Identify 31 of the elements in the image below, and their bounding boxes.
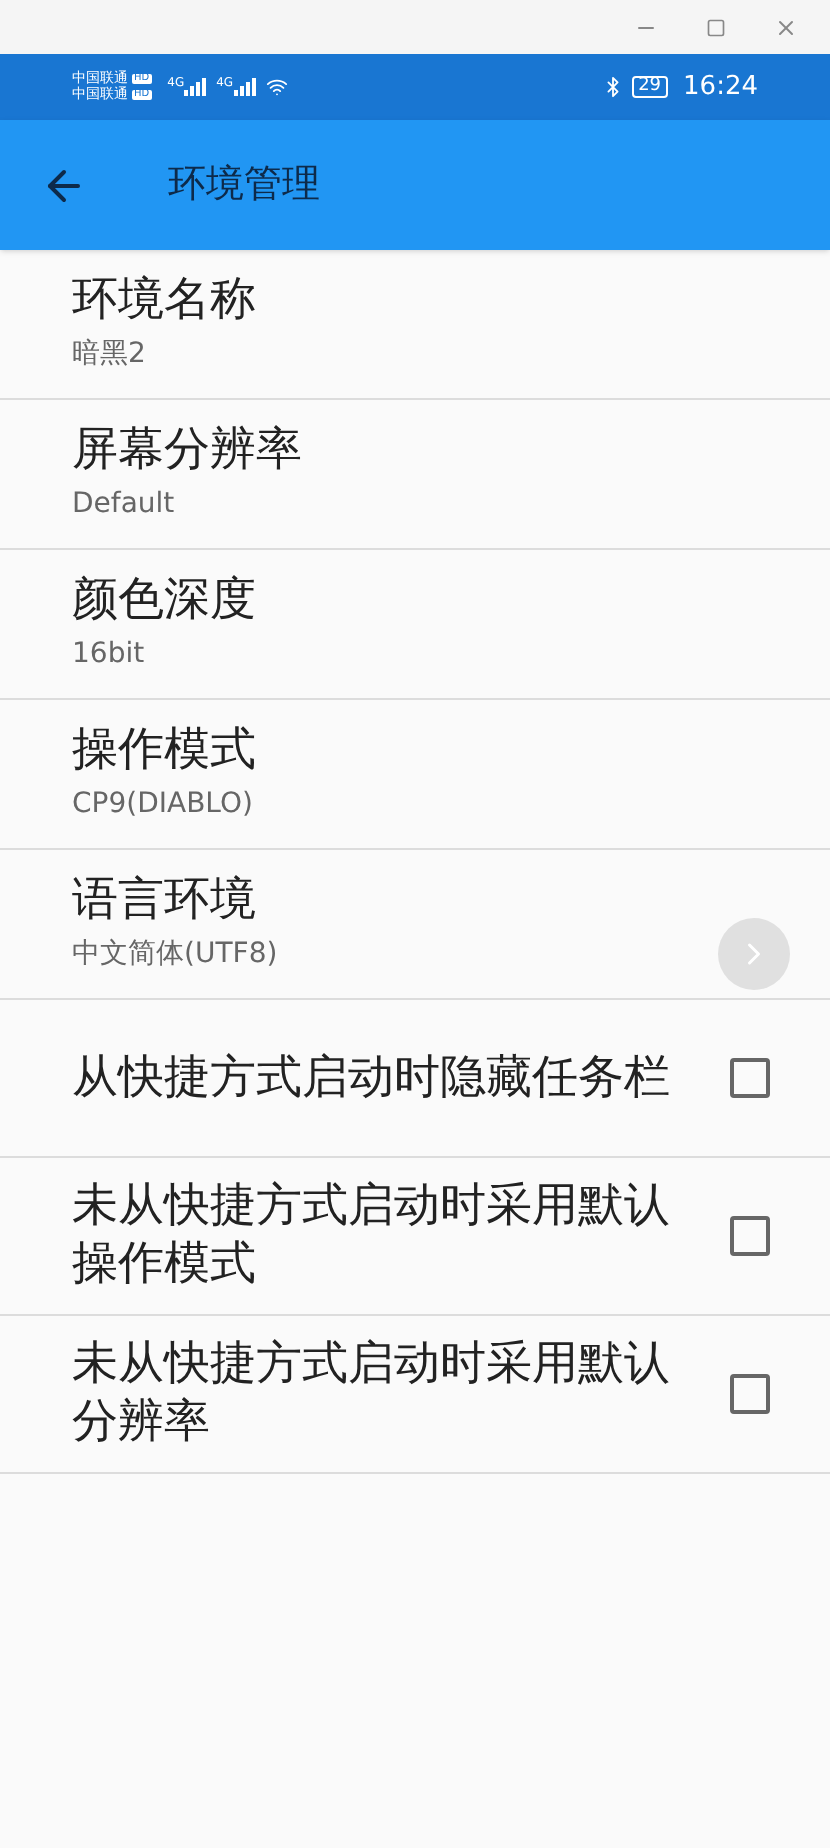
setting-row[interactable]: 环境名称 暗黑2 xyxy=(0,250,830,400)
setting-title: 未从快捷方式启动时采用默认分辨率 xyxy=(72,1336,672,1452)
setting-value: 中文简体(UTF8) xyxy=(72,936,278,975)
setting-value: 暗黑2 xyxy=(72,336,146,375)
checkbox[interactable] xyxy=(730,1216,770,1256)
wifi-icon xyxy=(265,76,288,98)
setting-title: 未从快捷方式启动时采用默认操作模式 xyxy=(72,1178,672,1294)
signal-icon xyxy=(184,78,209,96)
setting-title: 颜色深度 xyxy=(72,571,256,629)
setting-value: 16bit xyxy=(72,636,145,675)
setting-value: CP9(DIABLO) xyxy=(72,786,253,825)
checkbox[interactable] xyxy=(730,1374,770,1414)
setting-title: 屏幕分辨率 xyxy=(72,421,302,479)
setting-row[interactable]: 颜色深度 16bit xyxy=(0,550,830,700)
setting-row[interactable]: 从快捷方式启动时隐藏任务栏 xyxy=(0,1000,830,1158)
maximize-icon[interactable] xyxy=(706,17,726,37)
close-icon[interactable] xyxy=(774,15,798,39)
checkbox[interactable] xyxy=(730,1058,770,1098)
setting-row[interactable]: 操作模式 CP9(DIABLO) xyxy=(0,700,830,850)
setting-title: 从快捷方式启动时隐藏任务栏 xyxy=(72,1049,672,1107)
signal-icon xyxy=(233,78,258,96)
setting-title: 语言环境 xyxy=(72,871,256,929)
setting-row[interactable]: 未从快捷方式启动时采用默认操作模式 xyxy=(0,1158,830,1316)
setting-title: 操作模式 xyxy=(72,721,256,779)
setting-value: Default xyxy=(72,486,175,525)
setting-row[interactable]: 屏幕分辨率 Default xyxy=(0,400,830,550)
app-bar-title: 环境管理 xyxy=(168,160,320,211)
setting-row[interactable]: 未从快捷方式启动时采用默认分辨率 xyxy=(0,1316,830,1474)
setting-title: 环境名称 xyxy=(72,271,256,329)
status-time: 16:24 xyxy=(683,69,758,106)
bluetooth-icon xyxy=(602,76,625,98)
